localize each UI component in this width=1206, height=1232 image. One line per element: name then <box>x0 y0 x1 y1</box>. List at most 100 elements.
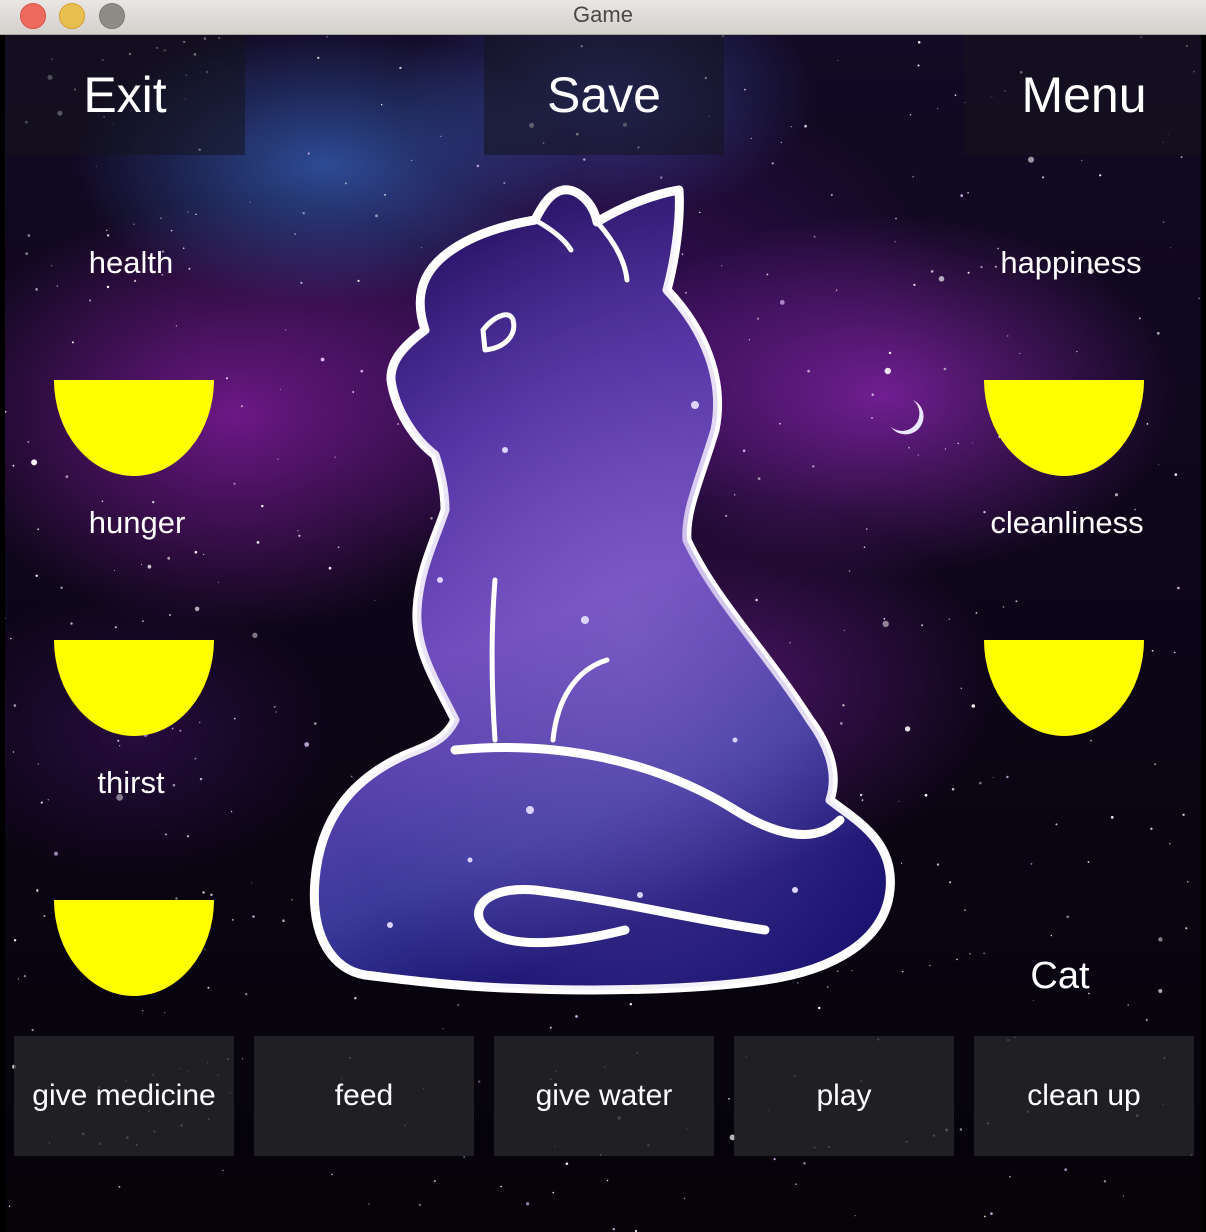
star <box>463 1156 466 1158</box>
star <box>924 793 928 797</box>
star <box>1050 934 1053 937</box>
thirst-gauge-fill <box>54 900 214 996</box>
star <box>60 586 63 589</box>
cleanliness-gauge <box>984 640 1144 736</box>
star <box>118 1185 121 1188</box>
star <box>773 1158 776 1161</box>
give-medicine-button[interactable]: give medicine <box>14 1036 234 1156</box>
star <box>983 952 985 954</box>
star <box>70 622 73 625</box>
star <box>36 889 39 892</box>
star <box>273 705 276 708</box>
star <box>1169 843 1171 845</box>
star <box>500 1185 503 1188</box>
star <box>10 637 12 640</box>
star <box>252 632 258 638</box>
star <box>1064 1168 1068 1172</box>
star <box>971 704 976 708</box>
pet-name: Cat <box>1030 955 1090 997</box>
star <box>917 41 921 44</box>
star <box>167 556 171 560</box>
star <box>249 201 251 203</box>
star <box>992 777 994 778</box>
star <box>147 564 152 569</box>
menu-button[interactable]: Menu <box>964 35 1201 155</box>
star <box>984 1215 986 1218</box>
star <box>1150 827 1153 830</box>
star <box>194 757 197 760</box>
star <box>780 141 782 144</box>
star <box>744 88 746 91</box>
star <box>250 882 252 884</box>
star <box>854 1215 856 1217</box>
health-gauge-fill <box>54 380 214 476</box>
give-water-button[interactable]: give water <box>494 1036 714 1156</box>
star <box>951 787 955 791</box>
star <box>948 618 951 620</box>
star <box>317 56 320 59</box>
star <box>27 440 30 443</box>
star <box>1186 881 1189 883</box>
star <box>1151 649 1154 652</box>
star <box>12 464 15 467</box>
star <box>575 1015 578 1018</box>
title-bar[interactable]: Game <box>0 0 1206 35</box>
star <box>1006 335 1009 337</box>
star <box>56 285 59 287</box>
star <box>1006 775 1009 779</box>
star <box>901 970 904 973</box>
happiness-label: happiness <box>1000 245 1142 280</box>
star <box>1066 915 1070 919</box>
hunger-gauge-fill <box>54 640 214 736</box>
star <box>1154 763 1156 765</box>
star <box>804 124 807 128</box>
star <box>1145 1018 1148 1022</box>
clean-up-button[interactable]: clean up <box>974 1036 1194 1156</box>
star <box>949 881 952 884</box>
star <box>964 909 966 912</box>
exit-button[interactable]: Exit <box>5 35 245 155</box>
star <box>954 94 957 97</box>
star <box>142 1010 144 1012</box>
star <box>895 217 897 220</box>
star <box>1103 1180 1107 1183</box>
star <box>552 1191 555 1194</box>
star <box>1174 473 1178 476</box>
star <box>837 60 839 62</box>
save-button[interactable]: Save <box>484 35 724 155</box>
star <box>943 367 947 371</box>
star <box>187 835 189 838</box>
star <box>5 617 6 619</box>
star <box>803 1162 806 1165</box>
star <box>442 1028 444 1030</box>
star <box>909 114 912 116</box>
star <box>967 191 969 194</box>
star <box>972 442 973 444</box>
star <box>1002 606 1005 608</box>
star <box>195 213 197 215</box>
star <box>170 229 173 232</box>
star <box>210 893 213 897</box>
star <box>1182 813 1185 816</box>
star <box>31 459 38 466</box>
star <box>957 442 959 445</box>
star <box>1076 351 1078 353</box>
star <box>1180 156 1183 158</box>
star <box>275 711 277 713</box>
happiness-gauge-fill <box>984 380 1144 476</box>
health-gauge <box>54 380 214 476</box>
star <box>795 1183 797 1185</box>
star <box>35 288 38 291</box>
star <box>279 388 281 390</box>
star <box>71 341 74 344</box>
star <box>1173 651 1176 654</box>
star <box>169 614 171 616</box>
star <box>1110 815 1114 819</box>
star <box>904 726 911 732</box>
star <box>1090 739 1092 742</box>
feed-button[interactable]: feed <box>254 1036 474 1156</box>
star <box>187 211 189 213</box>
play-button[interactable]: play <box>734 1036 954 1156</box>
star <box>1114 493 1119 497</box>
star <box>218 581 220 584</box>
